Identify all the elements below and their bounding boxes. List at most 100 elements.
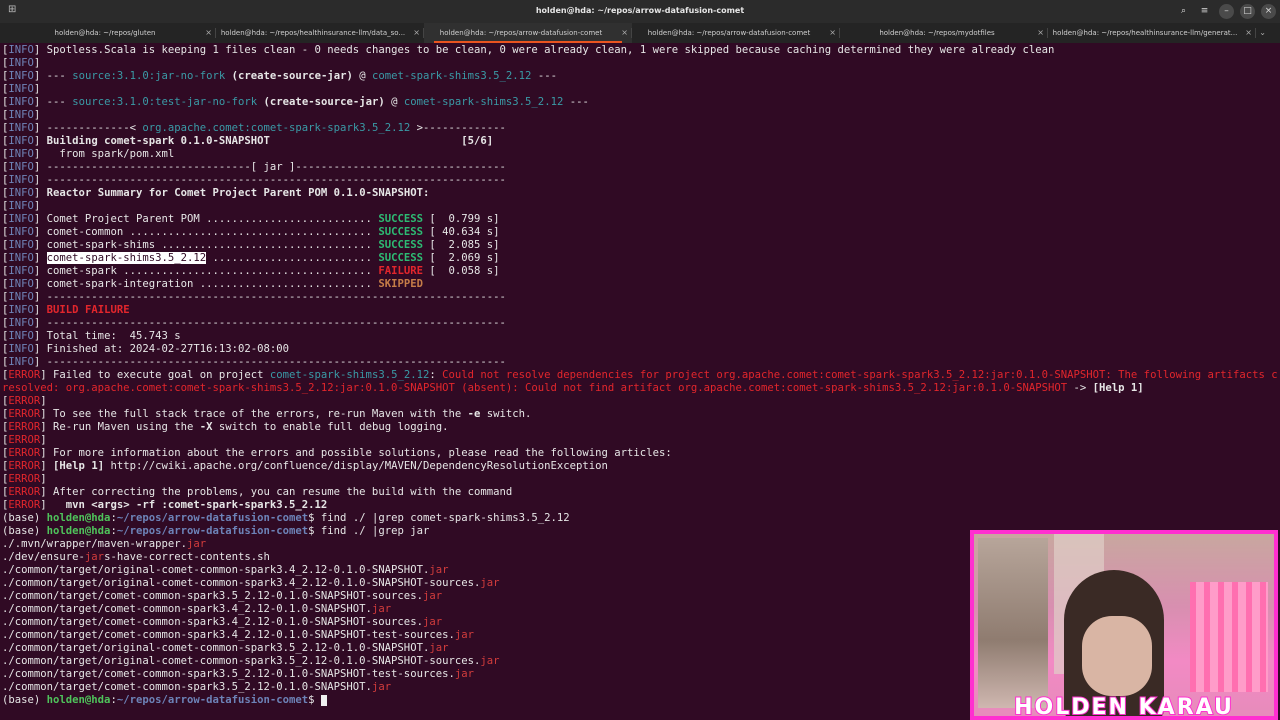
- terminal-text: INFO: [8, 304, 34, 316]
- terminal-text: INFO: [8, 135, 34, 147]
- hamburger-icon[interactable]: ≡: [1197, 4, 1212, 19]
- terminal-tab[interactable]: holden@hda: ~/repos/arrow-datafusion-com…: [424, 23, 632, 43]
- terminal-line: [INFO] from spark/pom.xml: [2, 148, 1278, 161]
- terminal-text: ]: [40, 460, 54, 472]
- terminal-line: (base) holden@hda:~/repos/arrow-datafusi…: [2, 512, 1278, 525]
- chevron-down-icon[interactable]: ⌄: [1259, 28, 1266, 37]
- terminal-text: ] Finished at: 2024-02-27T16:13:02-08:00: [33, 343, 290, 355]
- tab-close-icon[interactable]: ×: [1245, 28, 1252, 37]
- terminal-text: comet-spark-shims3.5_2.12: [403, 96, 564, 108]
- terminal-line: [ERROR]: [2, 434, 1278, 447]
- terminal-text: INFO: [8, 70, 34, 82]
- tab-label: holden@hda: ~/repos/arrow-datafusion-com…: [439, 29, 603, 37]
- terminal-text: ] Failed to execute goal on project: [40, 369, 270, 381]
- terminal-text: SUCCESS: [378, 226, 423, 238]
- terminal-text: [ 0.799 s]: [422, 213, 500, 225]
- terminal-text: holden@hda: [46, 694, 111, 706]
- terminal-text: >-------------: [410, 122, 506, 134]
- terminal-text: INFO: [8, 187, 34, 199]
- terminal-tab[interactable]: holden@hda: ~/repos/healthinsurance-llm/…: [216, 23, 424, 43]
- tab-label: holden@hda: ~/repos/healthinsurance-llm/…: [220, 29, 406, 37]
- terminal-text: ] --------------------------------------…: [33, 291, 506, 303]
- terminal-tab[interactable]: holden@hda: ~/repos/arrow-datafusion-com…: [632, 23, 840, 43]
- terminal-text: INFO: [8, 148, 34, 160]
- terminal-text: INFO: [8, 213, 34, 225]
- tab-close-icon[interactable]: ×: [621, 28, 628, 37]
- terminal-line: [INFO] ---------------------------------…: [2, 174, 1278, 187]
- tab-close-icon[interactable]: ×: [829, 28, 836, 37]
- terminal-text: jar: [186, 538, 207, 550]
- terminal-line: [INFO] comet-spark-shims3.5_2.12 .......…: [2, 252, 1278, 265]
- tab-close-icon[interactable]: ×: [205, 28, 212, 37]
- terminal-text: SUCCESS: [378, 213, 423, 225]
- terminal-line: [INFO] Comet Project Parent POM ........…: [2, 213, 1278, 226]
- terminal-line: [INFO] ---------------------------------…: [2, 317, 1278, 330]
- terminal-text: comet-spark-shims3.5_2.12: [371, 70, 532, 82]
- terminal-text: [ 40.634 s]: [422, 226, 500, 238]
- terminal-text: holden@hda: [46, 512, 111, 524]
- terminal-line: [INFO] Total time: 45.743 s: [2, 330, 1278, 343]
- terminal-text: resolved: org.apache.comet:comet-spark-s…: [2, 382, 1068, 394]
- terminal-text: mvn <args> -rf :comet-spark-spark3.5_2.1…: [65, 499, 328, 511]
- terminal-text: SKIPPED: [378, 278, 423, 290]
- tab-close-icon[interactable]: ×: [1037, 28, 1044, 37]
- terminal-text: ./.mvn/wrapper/maven-wrapper.: [2, 538, 187, 550]
- terminal-text: INFO: [8, 265, 34, 277]
- terminal-text: ./common/target/original-comet-common-sp…: [2, 655, 481, 667]
- maximize-icon[interactable]: □: [1240, 4, 1255, 19]
- terminal-text: -e: [467, 408, 481, 420]
- terminal-text: ] Total time: 45.743 s: [33, 330, 181, 342]
- terminal-text: INFO: [8, 174, 34, 186]
- terminal-line: [INFO] -------------< org.apache.comet:c…: [2, 122, 1278, 135]
- terminal-text: ]: [33, 83, 41, 95]
- terminal-text: jar: [454, 629, 474, 641]
- terminal-line: [INFO] comet-spark-shims ...............…: [2, 239, 1278, 252]
- terminal-text: SUCCESS: [378, 239, 423, 251]
- terminal-line: [INFO]: [2, 109, 1278, 122]
- terminal-text: ] ---: [33, 70, 73, 82]
- terminal-line: resolved: org.apache.comet:comet-spark-s…: [2, 382, 1278, 395]
- terminal-text: jar: [422, 616, 443, 628]
- terminal-text: ] Spotless.Scala is keeping 1 files clea…: [33, 44, 1055, 56]
- terminal-text: ] --------------------------------[ jar …: [33, 161, 506, 173]
- tab-label: holden@hda: ~/repos/arrow-datafusion-com…: [647, 29, 811, 37]
- terminal-line: [INFO] Reactor Summary for Comet Project…: [2, 187, 1278, 200]
- terminal-line: [ERROR] Re-run Maven using the -X switch…: [2, 421, 1278, 434]
- terminal-text: [ 2.085 s]: [422, 239, 500, 251]
- terminal-text: ] --------------------------------------…: [33, 174, 506, 186]
- terminal-text: ]: [40, 434, 47, 446]
- terminal-text: [ 0.058 s]: [422, 265, 500, 277]
- terminal-text: ]: [33, 57, 41, 69]
- terminal-text: ]: [40, 499, 66, 511]
- terminal-text: ] Comet Project Parent POM .............…: [33, 213, 379, 225]
- terminal-text: ] comet-common .........................…: [33, 226, 379, 238]
- tab-label: holden@hda: ~/repos/healthinsurance-llm/…: [1052, 29, 1238, 37]
- terminal-text: ERROR: [8, 486, 41, 498]
- terminal-text: ] --------------------------------------…: [33, 317, 506, 329]
- search-icon[interactable]: ⌕: [1176, 4, 1191, 19]
- terminal-text: ./common/target/original-comet-common-sp…: [2, 577, 481, 589]
- terminal-text: ./common/target/comet-common-spark3.4_2.…: [2, 629, 455, 641]
- terminal-text: $ find ./ |grep comet-spark-shims3.5_2.1…: [308, 512, 570, 524]
- terminal-tab[interactable]: holden@hda: ~/repos/gluten ×: [8, 23, 216, 43]
- terminal-text: (base): [2, 694, 47, 706]
- window-title: holden@hda: ~/repos/arrow-datafusion-com…: [535, 6, 745, 15]
- tab-close-icon[interactable]: ×: [413, 28, 420, 37]
- terminal-text: ] After correcting the problems, you can…: [40, 486, 513, 498]
- terminal-line: [ERROR] Failed to execute goal on projec…: [2, 369, 1278, 382]
- terminal-text: (base): [2, 525, 47, 537]
- terminal-text: INFO: [8, 330, 34, 342]
- terminal-text: INFO: [8, 291, 34, 303]
- terminal-tab[interactable]: holden@hda: ~/repos/mydotfiles ×: [840, 23, 1048, 43]
- close-icon[interactable]: ×: [1261, 4, 1276, 19]
- terminal-text: ~/repos/arrow-datafusion-comet: [116, 694, 309, 706]
- terminal-line: [ERROR] mvn <args> -rf :comet-spark-spar…: [2, 499, 1278, 512]
- terminal-line: [ERROR] [Help 1] http://cwiki.apache.org…: [2, 460, 1278, 473]
- terminal-text: BUILD FAILURE: [46, 304, 130, 316]
- terminal-text: switch to enable full debug logging.: [212, 421, 449, 433]
- terminal-tab[interactable]: holden@hda: ~/repos/healthinsurance-llm/…: [1048, 23, 1256, 43]
- minimize-icon[interactable]: –: [1219, 4, 1234, 19]
- terminal-text: INFO: [8, 226, 34, 238]
- terminal-text: s-have-correct-contents.sh: [104, 551, 270, 563]
- terminal-text: ] comet-spark-shims ....................…: [33, 239, 379, 251]
